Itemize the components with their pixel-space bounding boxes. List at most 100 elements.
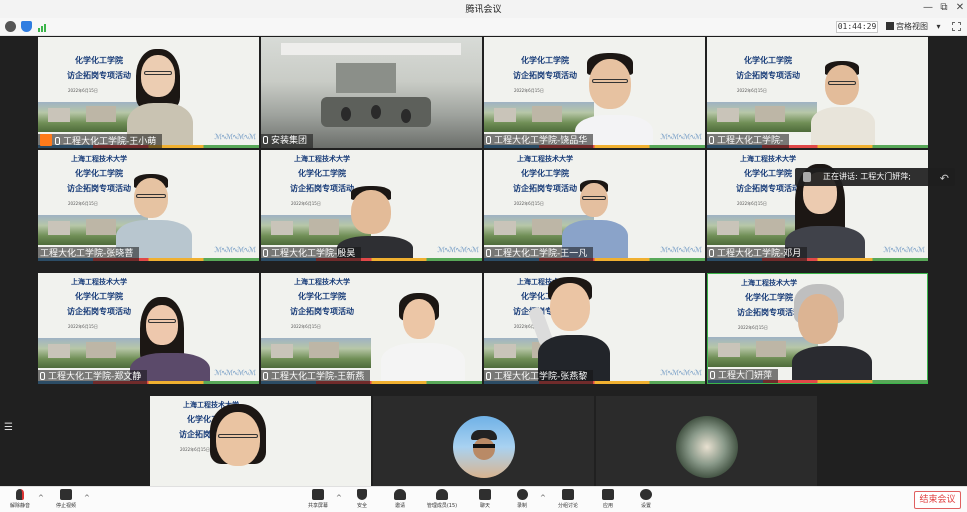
mic-options-caret[interactable]: ^ xyxy=(38,494,44,502)
end-meeting-button[interactable]: 结束会议 xyxy=(914,491,961,509)
minimize-button[interactable]: — xyxy=(921,2,935,13)
bg-school-title: 上海工程技术大学 xyxy=(294,277,350,286)
video-tile[interactable]: 上海工程技术大学 化学化工学院 访企拓岗专项活动 2022年6月15日 ℳ∿ℳ∿… xyxy=(707,150,928,261)
attendee xyxy=(401,109,411,123)
manage-members-button[interactable]: 管理成员(15) xyxy=(422,489,462,509)
video-tile-avatar[interactable] xyxy=(373,396,594,486)
stop-video-button[interactable]: 停止视频 xyxy=(46,489,86,509)
unmute-button[interactable]: 解除静音 xyxy=(0,489,40,509)
bg-date: 2022年6月15日 xyxy=(291,324,321,329)
participant-name: 工程大化工学院-张晓菩 xyxy=(38,247,140,261)
share-options-caret[interactable]: ^ xyxy=(336,494,342,502)
speaking-indicator: 正在讲话: 工程大门妍萍; ↶ xyxy=(795,168,955,186)
campus-image xyxy=(261,338,371,368)
attendee xyxy=(341,107,351,121)
video-tile[interactable]: 上海工程技术大学 化学化工学院 访企拓岗专项活动 2022年6月15日 ℳ∿ℳ∿… xyxy=(38,273,259,384)
fullscreen-icon[interactable] xyxy=(952,22,961,31)
chat-button[interactable]: 聊天 xyxy=(465,489,505,509)
bg-date: 2022年6月15日 xyxy=(737,201,767,206)
bg-college-title: 化学化工学院 xyxy=(521,168,569,178)
mic-icon xyxy=(709,249,714,257)
member-list-icon[interactable]: ☰ xyxy=(4,422,13,433)
share-screen-button[interactable]: 共享屏幕 xyxy=(298,489,338,509)
mic-icon xyxy=(486,136,491,144)
participant-video xyxy=(527,277,614,384)
bg-school-title: 上海工程技术大学 xyxy=(294,154,350,163)
avatar xyxy=(453,416,515,478)
attendee xyxy=(371,105,381,119)
restore-button[interactable]: ⧉ xyxy=(937,2,951,13)
bg-school-title: 上海工程技术大学 xyxy=(71,277,127,286)
video-tile[interactable]: 上海工程技术大学 化学化工学院 访企拓岗专项活动 2022年6月15日 ℳ∿ℳ∿… xyxy=(484,150,705,261)
mic-icon xyxy=(40,372,45,380)
mic-muted-icon xyxy=(16,489,24,500)
grid-view-label: 宫格视图 xyxy=(896,22,928,31)
participant-video xyxy=(127,47,193,148)
participant-name: 工程大化工学院-饶品华 xyxy=(484,134,594,148)
chevron-down-icon: ▾ xyxy=(936,22,941,31)
info-icon[interactable] xyxy=(5,21,16,32)
participant-name: 工程大化工学院-王小萌 xyxy=(38,134,163,148)
video-tile[interactable]: 上海工程技术大学 化学化工学院 访企拓岗专项活动 2022年6月15日 工程大化… xyxy=(261,273,482,384)
apps-icon xyxy=(602,489,614,500)
invite-icon xyxy=(394,489,406,500)
video-tile-active-speaker[interactable]: 上海工程技术大学 化学化工学院 访企拓岗专项活动 2022年6月15日 工程大门… xyxy=(707,273,928,384)
security-button[interactable]: 安全 xyxy=(342,489,382,509)
video-tile[interactable]: 上海工程技术大学 化学化工学院 访企拓岗专项活动 2022年6月15日 ℳ∿ℳ∿… xyxy=(484,273,705,384)
meeting-timer: 01:44:29 xyxy=(836,21,878,33)
bg-date: 2022年6月15日 xyxy=(68,88,98,93)
invite-button[interactable]: 邀请 xyxy=(380,489,420,509)
signal-icon[interactable] xyxy=(38,22,50,32)
participant-name: 工程大化工学院-王一凡 xyxy=(484,247,594,261)
video-tile[interactable]: 化学化工学院 访企拓岗专项活动 2022年6月15日 ℳ∿ℳ∿ℳ∿ℳ 工程大化工… xyxy=(38,37,259,148)
bg-date: 2022年6月15日 xyxy=(514,201,544,206)
camera-icon xyxy=(60,489,72,500)
participant-video xyxy=(381,293,465,384)
video-options-caret[interactable]: ^ xyxy=(84,494,90,502)
mic-icon xyxy=(263,249,268,257)
video-tile[interactable]: 化学化工学院 访企拓岗专项活动 2022年6月15日 ℳ∿ℳ∿ℳ∿ℳ 工程大化工… xyxy=(484,37,705,148)
bg-school-title: 上海工程技术大学 xyxy=(740,154,796,163)
bg-wave: ℳ∿ℳ∿ℳ∿ℳ xyxy=(437,246,479,254)
video-tile[interactable]: 安装集团 xyxy=(261,37,482,148)
chat-icon xyxy=(479,489,491,500)
record-button[interactable]: 录制 xyxy=(502,489,542,509)
mic-icon xyxy=(263,136,268,144)
bg-college-title: 化学化工学院 xyxy=(298,168,346,178)
bg-wave: ℳ∿ℳ∿ℳ∿ℳ xyxy=(660,133,702,141)
bg-date: 2022年6月15日 xyxy=(514,88,544,93)
participant-name: 工程大门妍萍 xyxy=(708,369,779,383)
participant-video xyxy=(204,404,274,486)
bg-wave: ℳ∿ℳ∿ℳ∿ℳ xyxy=(883,246,925,254)
record-options-caret[interactable]: ^ xyxy=(540,494,546,502)
meeting-toolbar: 解除静音 ^ 停止视频 ^ 共享屏幕 ^ 安全 邀请 管理成员(15) 聊天 录… xyxy=(0,486,967,512)
grid-view-dropdown[interactable]: 宫格视图 ▾ xyxy=(886,21,941,33)
speaking-label: 正在讲话: 工程大门妍萍; xyxy=(823,172,911,181)
shield-icon[interactable] xyxy=(21,21,32,32)
participant-name: 工程大化工学院-王新燕 xyxy=(261,370,371,384)
mic-icon xyxy=(710,371,715,379)
bg-date: 2022年6月15日 xyxy=(738,325,768,330)
video-tile[interactable]: 上海工程技术大学 化学化工学院 访企拓岗专项活动 2022年6月15日 ℳ∿ℳ∿… xyxy=(261,150,482,261)
room-screen xyxy=(336,63,396,93)
mic-icon xyxy=(486,372,491,380)
bg-date: 2022年6月15日 xyxy=(291,201,321,206)
video-tile[interactable]: 上海工程技术大学 化学化工学院 访企拓岗专项活动 2022年6月15日 ℳ∿ℳ∿… xyxy=(38,150,259,261)
grid-view-icon xyxy=(886,22,894,30)
return-icon[interactable]: ↶ xyxy=(940,170,949,188)
bg-college-title: 化学化工学院 xyxy=(744,55,792,65)
apps-button[interactable]: 应用 xyxy=(588,489,628,509)
bg-wave: ℳ∿ℳ∿ℳ∿ℳ xyxy=(214,133,256,141)
settings-button[interactable]: 设置 xyxy=(626,489,666,509)
video-tile[interactable]: 化学化工学院 访企拓岗专项活动 2022年6月15日 工程大化工学院- xyxy=(707,37,928,148)
video-tile-avatar[interactable] xyxy=(596,396,817,486)
participant-name: 安装集团 xyxy=(261,134,314,148)
speaker-icon xyxy=(803,172,811,182)
mic-icon xyxy=(486,249,491,257)
close-button[interactable]: ✕ xyxy=(953,2,967,13)
record-icon xyxy=(516,489,528,500)
breakout-rooms-button[interactable]: 分组讨论 xyxy=(548,489,588,509)
bg-event-title: 访企拓岗专项活动 xyxy=(290,306,354,316)
bg-wave: ℳ∿ℳ∿ℳ∿ℳ xyxy=(214,369,256,377)
video-tile[interactable]: 上海工程技术大学 化学化工学院 访企拓岗专项活动 2022年6月15日 xyxy=(150,396,371,486)
